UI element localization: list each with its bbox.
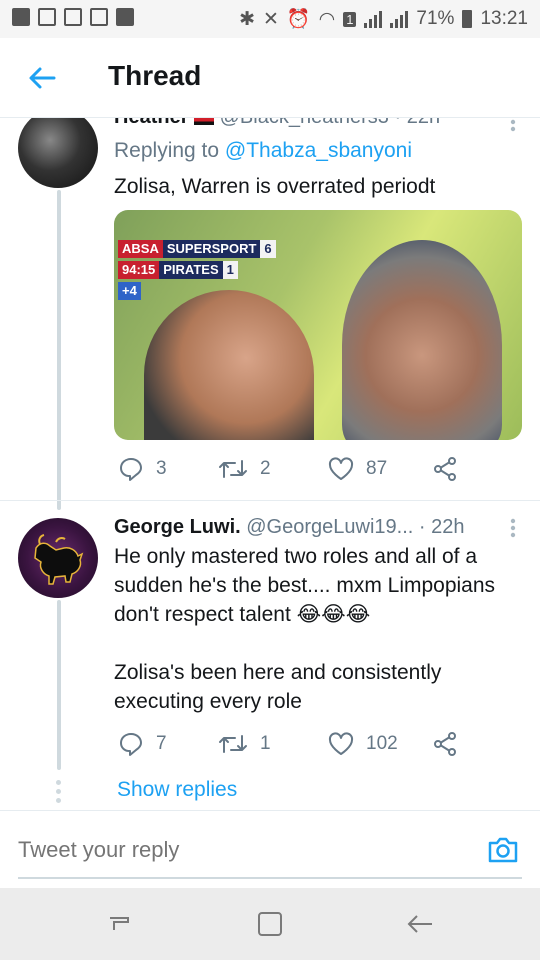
scorebug-sponsor: ABSA bbox=[118, 240, 163, 258]
android-navigation-bar bbox=[0, 888, 540, 960]
reply-action-2[interactable]: 7 bbox=[118, 731, 218, 757]
mute-icon: ✕ bbox=[263, 8, 279, 30]
gmail-notification-icon bbox=[64, 8, 82, 26]
photo-person-left bbox=[144, 290, 314, 440]
reply-composer bbox=[0, 810, 540, 888]
app-header: Thread bbox=[0, 38, 540, 118]
checkbox-notification-icon bbox=[38, 8, 56, 26]
wifi-icon: ◠ bbox=[318, 8, 336, 30]
system-status: ✱ ✕ ⏰ ◠ 1 71% 13:21 bbox=[239, 7, 528, 31]
tweet-header-2: George Luwi. @GeorgeLuwi19... · 22h bbox=[114, 516, 464, 539]
replying-prefix: Replying to bbox=[114, 139, 220, 162]
retweet-icon bbox=[219, 735, 247, 753]
tweet-text-2: He only mastered two roles and all of a … bbox=[114, 542, 526, 716]
back-arrow-icon[interactable] bbox=[26, 62, 58, 94]
share-action-2[interactable] bbox=[432, 731, 458, 757]
more-options-icon-2[interactable] bbox=[510, 518, 516, 538]
thread-connector-line-2 bbox=[57, 600, 61, 770]
signal-icon-2 bbox=[390, 10, 409, 28]
scorebug: ABSA SUPERSPORT 6 94:15 PIRATES 1 +4 bbox=[118, 240, 276, 303]
share-action[interactable] bbox=[432, 456, 458, 482]
status-bar: ✱ ✕ ⏰ ◠ 1 71% 13:21 bbox=[0, 0, 540, 38]
home-icon[interactable] bbox=[254, 908, 286, 940]
thread-connector-line bbox=[57, 190, 61, 510]
avatar-2[interactable] bbox=[18, 518, 98, 598]
separator-dot-2: · bbox=[418, 516, 426, 538]
retweet-action-2[interactable]: 1 bbox=[218, 732, 328, 756]
tweet-text-line: don't respect talent 😂😂😂 bbox=[114, 603, 371, 626]
composer-underline bbox=[18, 877, 522, 879]
tweet-text-line: He only mastered two roles and all of a bbox=[114, 545, 478, 568]
battery-icon bbox=[462, 10, 473, 28]
sim-badge: 1 bbox=[343, 11, 357, 27]
retweet-icon bbox=[219, 460, 247, 478]
retweet-count: 2 bbox=[260, 458, 271, 479]
tweet-time-2: 22h bbox=[431, 516, 465, 538]
replying-mention-link[interactable]: @Thabza_sbanyoni bbox=[225, 139, 412, 162]
page-title: Thread bbox=[108, 60, 202, 91]
scorebug-added-time: +4 bbox=[118, 282, 141, 300]
share-icon bbox=[434, 457, 456, 481]
like-action[interactable]: 87 bbox=[328, 457, 432, 481]
tweet-text-line: sudden he's the best.... mxm Limpopians bbox=[114, 574, 496, 597]
scorebug-clock: 94:15 bbox=[118, 261, 160, 279]
gallery-notification-icon bbox=[116, 8, 134, 26]
tweet-media-image[interactable]: ABSA SUPERSPORT 6 94:15 PIRATES 1 +4 bbox=[114, 210, 522, 440]
tweet-reply-input[interactable] bbox=[18, 837, 438, 863]
like-action-2[interactable]: 102 bbox=[328, 732, 432, 756]
alarm-icon: ⏰ bbox=[286, 9, 311, 30]
gmail-notification-icon-2 bbox=[90, 8, 108, 26]
like-count: 87 bbox=[366, 458, 388, 479]
notification-icons bbox=[12, 8, 134, 26]
reply-icon bbox=[120, 458, 142, 481]
bluetooth-icon: ✱ bbox=[239, 8, 255, 30]
tweet-divider bbox=[0, 500, 540, 501]
scorebug-home-score: 6 bbox=[260, 240, 276, 258]
like-count-2: 102 bbox=[366, 733, 398, 754]
reply-icon bbox=[120, 733, 142, 756]
scorebug-away-team: PIRATES bbox=[159, 261, 223, 279]
camera-icon[interactable] bbox=[486, 833, 520, 867]
thread-more-dots bbox=[56, 780, 62, 807]
battery-percent: 71% bbox=[416, 8, 455, 29]
author-handle-2[interactable]: @GeorgeLuwi19... bbox=[246, 516, 413, 538]
reply-count-2: 7 bbox=[156, 733, 167, 754]
heart-icon bbox=[328, 457, 354, 480]
tweet-actions-2: 7 1 102 bbox=[118, 731, 458, 757]
clock: 13:21 bbox=[480, 8, 528, 29]
author-name-2[interactable]: George Luwi. bbox=[114, 516, 241, 538]
retweet-count-2: 1 bbox=[260, 733, 271, 754]
image-notification-icon bbox=[12, 8, 30, 26]
photo-person-right bbox=[342, 240, 502, 440]
replying-to: Replying to @Thabza_sbanyoni bbox=[114, 139, 412, 163]
retweet-action[interactable]: 2 bbox=[218, 457, 328, 481]
reply-action[interactable]: 3 bbox=[118, 456, 218, 482]
signal-icon bbox=[364, 10, 383, 28]
show-replies-link[interactable]: Show replies bbox=[117, 778, 237, 802]
bull-avatar-icon bbox=[34, 534, 84, 585]
reply-count: 3 bbox=[156, 458, 167, 479]
tweet-text-line: executing every role bbox=[114, 690, 302, 713]
scorebug-away-score: 1 bbox=[222, 261, 238, 279]
share-icon bbox=[434, 732, 456, 756]
tweet-text-line: Zolisa's been here and consistently bbox=[114, 661, 442, 684]
back-nav-icon[interactable] bbox=[404, 908, 436, 940]
heart-icon bbox=[328, 732, 354, 755]
recent-apps-icon[interactable] bbox=[104, 908, 136, 940]
tweet-actions: 3 2 87 bbox=[118, 456, 458, 482]
tweet-text: Zolisa, Warren is overrated periodt bbox=[114, 175, 436, 198]
avatar[interactable] bbox=[18, 108, 98, 188]
scorebug-home-team: SUPERSPORT bbox=[162, 240, 261, 258]
